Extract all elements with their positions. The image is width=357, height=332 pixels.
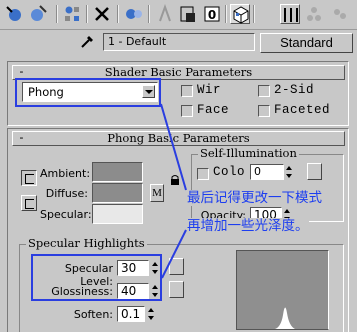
annotation-text-line2: 再增加一些光泽度。: [187, 218, 309, 234]
annotation-arrows: [160, 103, 187, 279]
annotation-text-line1: 最后记得更改一下模式: [187, 190, 322, 206]
